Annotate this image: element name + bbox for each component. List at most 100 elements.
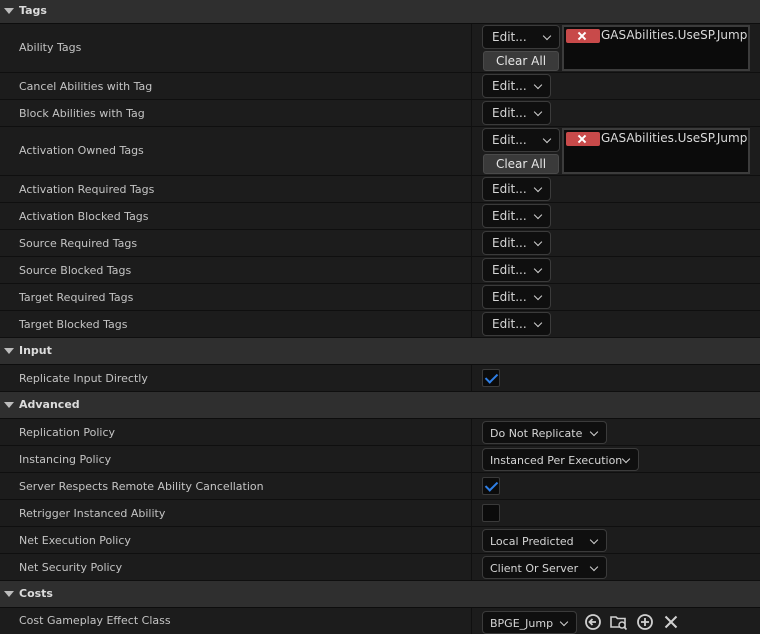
property-label: Replicate Input Directly: [19, 372, 148, 385]
property-label: Net Execution Policy: [19, 534, 131, 547]
chevron-down-icon: [533, 291, 543, 301]
column-divider[interactable]: [471, 127, 472, 175]
chevron-down-icon: [533, 210, 543, 220]
dropdown-value: Client Or Server: [490, 562, 579, 575]
property-row-retrigger: Retrigger Instanced Ability: [0, 500, 760, 527]
property-row-server-respects: Server Respects Remote Ability Cancellat…: [0, 473, 760, 500]
add-icon[interactable]: [636, 613, 654, 631]
property-label: Source Required Tags: [19, 237, 138, 250]
property-row-block-abilities: Block Abilities with Tag Edit...: [0, 100, 760, 127]
combo-label: Edit...: [492, 30, 527, 44]
property-row-source-blocked: Source Blocked Tags Edit...: [0, 257, 760, 284]
server-respects-checkbox[interactable]: [482, 477, 500, 495]
column-divider[interactable]: [471, 230, 472, 256]
column-divider[interactable]: [471, 24, 472, 72]
column-divider[interactable]: [471, 284, 472, 310]
column-divider[interactable]: [471, 446, 472, 472]
property-label: Ability Tags: [19, 41, 82, 54]
property-row-replicate-input: Replicate Input Directly: [0, 365, 760, 392]
section-header-advanced[interactable]: Advanced: [0, 392, 760, 419]
cost-ge-class-picker[interactable]: BPGE_Jump: [482, 611, 577, 634]
checkmark-icon: [484, 478, 499, 492]
edit-combo-button[interactable]: Edit...: [482, 231, 551, 255]
property-label: Server Respects Remote Ability Cancellat…: [19, 480, 264, 493]
tag-item[interactable]: GASAbilities.UseSP.Jump: [601, 131, 747, 145]
property-row-cancel-abilities: Cancel Abilities with Tag Edit...: [0, 73, 760, 100]
replicate-input-checkbox[interactable]: [482, 369, 500, 387]
column-divider[interactable]: [471, 100, 472, 126]
property-row-replication-policy: Replication Policy Do Not Replicate: [0, 419, 760, 446]
combo-label: Edit...: [492, 290, 527, 304]
combo-label: Edit...: [492, 317, 527, 331]
section-header-tags[interactable]: Tags: [0, 0, 760, 24]
chevron-down-icon: [533, 318, 543, 328]
clear-all-button[interactable]: Clear All: [483, 51, 559, 71]
chevron-down-icon: [589, 562, 599, 572]
property-label: Activation Required Tags: [19, 183, 155, 196]
collapse-arrow-icon[interactable]: [4, 8, 14, 14]
column-divider[interactable]: [471, 311, 472, 337]
column-divider[interactable]: [471, 176, 472, 202]
replication-policy-dropdown[interactable]: Do Not Replicate: [482, 421, 607, 444]
remove-tag-icon[interactable]: [566, 29, 600, 43]
dropdown-value: Local Predicted: [490, 535, 574, 548]
edit-combo-button[interactable]: Edit...: [482, 258, 551, 282]
property-label: Target Required Tags: [19, 291, 134, 304]
net-security-dropdown[interactable]: Client Or Server: [482, 556, 607, 579]
chevron-down-icon: [533, 80, 543, 90]
clear-icon[interactable]: [662, 613, 680, 631]
chevron-down-icon: [533, 107, 543, 117]
clear-all-button[interactable]: Clear All: [483, 154, 559, 174]
column-divider[interactable]: [471, 554, 472, 580]
column-divider[interactable]: [471, 608, 472, 634]
retrigger-checkbox[interactable]: [482, 504, 500, 522]
edit-combo-button[interactable]: Edit...: [482, 101, 551, 125]
column-divider[interactable]: [471, 527, 472, 553]
property-row-source-required: Source Required Tags Edit...: [0, 230, 760, 257]
column-divider[interactable]: [471, 365, 472, 391]
combo-label: Edit...: [492, 79, 527, 93]
instancing-policy-dropdown[interactable]: Instanced Per Execution: [482, 448, 639, 471]
chevron-down-icon: [589, 427, 599, 437]
chevron-down-icon: [533, 183, 543, 193]
column-divider[interactable]: [471, 473, 472, 499]
column-divider[interactable]: [471, 500, 472, 526]
chevron-down-icon: [542, 134, 552, 144]
property-row-activation-owned: Activation Owned Tags Edit... Clear All …: [0, 127, 760, 176]
combo-label: Edit...: [492, 263, 527, 277]
property-label: Retrigger Instanced Ability: [19, 507, 166, 520]
edit-combo-button[interactable]: Edit...: [482, 74, 551, 98]
net-execution-dropdown[interactable]: Local Predicted: [482, 529, 607, 552]
chevron-down-icon: [533, 237, 543, 247]
column-divider[interactable]: [471, 203, 472, 229]
combo-label: Edit...: [492, 182, 527, 196]
column-divider[interactable]: [471, 73, 472, 99]
edit-combo-button[interactable]: Edit...: [482, 177, 551, 201]
combo-label: Edit...: [492, 236, 527, 250]
property-label: Activation Blocked Tags: [19, 210, 149, 223]
edit-combo-button[interactable]: Edit...: [482, 285, 551, 309]
dropdown-value: BPGE_Jump: [490, 617, 554, 630]
property-label: Net Security Policy: [19, 561, 123, 574]
collapse-arrow-icon[interactable]: [4, 402, 14, 408]
edit-combo-button[interactable]: Edit...: [482, 128, 560, 152]
collapse-arrow-icon[interactable]: [4, 348, 14, 354]
use-selected-arrow-icon[interactable]: [584, 613, 602, 631]
edit-combo-button[interactable]: Edit...: [482, 25, 560, 49]
tag-list: GASAbilities.UseSP.Jump: [562, 128, 750, 174]
collapse-arrow-icon[interactable]: [4, 591, 14, 597]
tag-item[interactable]: GASAbilities.UseSP.Jump: [601, 28, 747, 42]
column-divider[interactable]: [471, 419, 472, 445]
chevron-down-icon: [533, 264, 543, 274]
column-divider[interactable]: [471, 257, 472, 283]
remove-tag-icon[interactable]: [566, 132, 600, 146]
edit-combo-button[interactable]: Edit...: [482, 204, 551, 228]
edit-combo-button[interactable]: Edit...: [482, 312, 551, 336]
chevron-down-icon: [542, 31, 552, 41]
chevron-down-icon: [589, 535, 599, 545]
property-row-cost-ge-class: Cost Gameplay Effect Class BPGE_Jump: [0, 608, 760, 634]
section-header-costs[interactable]: Costs: [0, 581, 760, 608]
property-label: Cost Gameplay Effect Class: [19, 614, 171, 627]
section-header-input[interactable]: Input: [0, 338, 760, 365]
browse-folder-icon[interactable]: [610, 613, 628, 631]
